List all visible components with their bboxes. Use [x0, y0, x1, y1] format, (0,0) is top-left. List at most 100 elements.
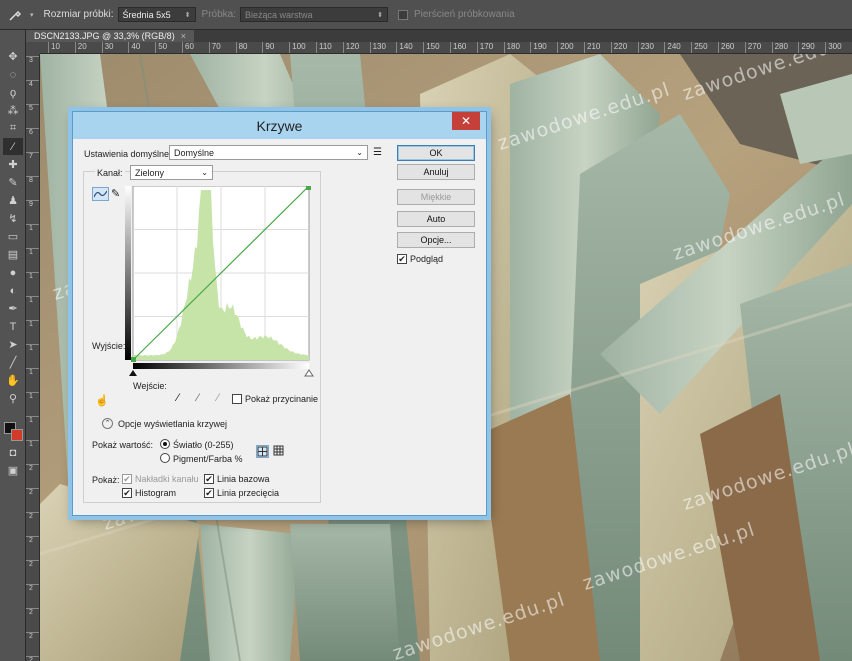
- dodge-tool-icon[interactable]: ◐: [3, 282, 23, 299]
- light-label: Światło (0-255): [173, 440, 234, 450]
- ruler-tick: 1: [26, 296, 39, 305]
- collapse-options-icon[interactable]: ⌃: [102, 418, 113, 429]
- ruler-corner: [26, 42, 40, 54]
- healing-tool-icon[interactable]: ✚: [3, 156, 23, 173]
- ruler-tick: 210: [584, 42, 600, 53]
- ruler-tick: 50: [155, 42, 167, 53]
- pigment-radio[interactable]: [160, 453, 170, 463]
- pen-tool-icon[interactable]: ✒: [3, 300, 23, 317]
- move-tool-icon[interactable]: ✥: [3, 48, 23, 65]
- type-tool-icon[interactable]: T: [3, 318, 23, 335]
- sample-size-select[interactable]: Średnia 5x5 ⬍: [117, 7, 196, 22]
- horizontal-ruler: 10 20 30 40 50 60 70 80 90 100 110 120 130 140 150 160 1…: [40, 42, 852, 54]
- gradient-tool-icon[interactable]: ▤: [3, 246, 23, 263]
- ruler-tick: 2: [26, 656, 39, 661]
- quick-mask-icon[interactable]: ◘: [3, 444, 23, 461]
- ruler-tick: 8: [26, 176, 39, 185]
- eyedropper-tool-icon[interactable]: ⁄: [3, 138, 23, 155]
- curve-graph[interactable]: [125, 186, 315, 386]
- ruler-tick: 1: [26, 368, 39, 377]
- magic-wand-icon[interactable]: ⁂: [3, 102, 23, 119]
- preset-select[interactable]: Domyślne ⌄: [169, 145, 368, 160]
- sample-value: Bieżąca warstwa: [245, 9, 313, 20]
- ruler-tick: 230: [637, 42, 654, 53]
- output-label: Wyjście:: [92, 341, 126, 351]
- ruler-tick: 4: [26, 80, 39, 89]
- smooth-button[interactable]: Miękkie: [397, 189, 475, 205]
- input-label: Wejście:: [133, 381, 167, 391]
- channel-value: Zielony: [135, 167, 165, 178]
- sample-size-value: Średnia 5x5: [122, 9, 171, 20]
- white-point-eyedropper-icon[interactable]: ⁄: [217, 392, 219, 404]
- baseline-checkbox[interactable]: ✔: [204, 474, 214, 484]
- ruler-tick: 6: [26, 128, 39, 137]
- curve-point-tool-icon[interactable]: [92, 187, 109, 201]
- hand-tool-icon[interactable]: ✋: [3, 372, 23, 389]
- crop-tool-icon[interactable]: ⌗: [3, 120, 23, 137]
- on-image-adjust-icon[interactable]: ☝: [95, 394, 109, 407]
- eraser-tool-icon[interactable]: ▭: [3, 228, 23, 245]
- auto-button[interactable]: Auto: [397, 211, 475, 227]
- pencil-icon[interactable]: ✎: [111, 187, 120, 200]
- brush-tool-icon[interactable]: ✎: [3, 174, 23, 191]
- screen-mode-icon[interactable]: ▣: [3, 462, 23, 479]
- gray-point-eyedropper-icon[interactable]: ⁄: [197, 392, 199, 404]
- light-radio[interactable]: [160, 439, 170, 449]
- curve-display-options-label: Opcje wyświetlania krzywej: [118, 419, 228, 429]
- ruler-tick: 160: [450, 42, 466, 53]
- histogram-checkbox[interactable]: ✔: [122, 488, 132, 498]
- marquee-tool-icon[interactable]: ◌: [3, 66, 23, 83]
- ring-checkbox[interactable]: [398, 9, 409, 20]
- show-clipping-checkbox[interactable]: [232, 394, 242, 404]
- channel-overlays-checkbox[interactable]: ✔: [122, 474, 132, 484]
- chevron-down-icon: ⬍: [184, 11, 191, 19]
- ruler-tick: 250: [691, 42, 708, 53]
- ruler-tick: 20: [74, 42, 87, 53]
- ruler-tick: 1: [26, 344, 39, 353]
- history-brush-icon[interactable]: ↯: [3, 210, 23, 227]
- show-amount-label: Pokaż wartość:: [92, 440, 154, 450]
- preset-options-icon[interactable]: ☰: [373, 147, 382, 158]
- ruler-tick: 290: [798, 42, 815, 53]
- dialog-title-bar[interactable]: Krzywe ✕: [73, 112, 486, 139]
- sample-select[interactable]: Bieżąca warstwa ⬍: [240, 7, 389, 22]
- ruler-tick: 190: [530, 42, 547, 53]
- ok-button[interactable]: OK: [397, 145, 475, 161]
- channel-select[interactable]: Zielony ⌄: [130, 165, 213, 180]
- pigment-label: Pigment/Farba %: [173, 454, 243, 464]
- path-select-icon[interactable]: ➤: [3, 336, 23, 353]
- tool-preset-arrow-icon[interactable]: ▾: [30, 11, 34, 19]
- document-tab[interactable]: DSCN2133.JPG @ 33,3% (RGB/8) ×: [26, 30, 194, 42]
- cancel-button[interactable]: Anuluj: [397, 164, 475, 180]
- black-point-eyedropper-icon[interactable]: ⁄: [177, 392, 179, 404]
- curve-point-white[interactable]: [306, 186, 311, 190]
- eyedropper-icon[interactable]: [0, 0, 30, 30]
- options-bar: ▾ Rozmiar próbki: Średnia 5x5 ⬍ Próbka: B…: [0, 0, 852, 30]
- preview-checkbox[interactable]: ✔: [397, 254, 407, 264]
- ruler-tick: 30: [101, 42, 114, 53]
- grid-simple-icon[interactable]: [256, 445, 269, 458]
- document-tab-title: DSCN2133.JPG @ 33,3% (RGB/8): [34, 31, 175, 41]
- stamp-tool-icon[interactable]: ♟: [3, 192, 23, 209]
- ruler-tick: 1: [26, 392, 39, 401]
- ruler-tick: 130: [369, 42, 386, 53]
- intersection-line-checkbox[interactable]: ✔: [204, 488, 214, 498]
- zoom-tool-icon[interactable]: ⚲: [3, 390, 23, 407]
- ruler-tick: 10: [48, 42, 60, 53]
- shape-tool-icon[interactable]: ╱: [3, 354, 23, 371]
- intersection-line-label: Linia przecięcia: [217, 488, 280, 498]
- background-color-swatch[interactable]: [11, 429, 23, 441]
- blur-tool-icon[interactable]: ●: [3, 264, 23, 281]
- grid-detailed-icon[interactable]: [273, 445, 286, 458]
- ring-label: Pierścień próbkowania: [414, 9, 515, 20]
- ruler-tick: 90: [262, 42, 274, 53]
- lasso-tool-icon[interactable]: ϙ: [3, 84, 23, 101]
- close-tab-icon[interactable]: ×: [181, 31, 186, 41]
- ruler-tick: 70: [208, 42, 221, 53]
- white-input-slider[interactable]: [304, 369, 314, 377]
- preview-label: Podgląd: [410, 254, 444, 264]
- black-input-slider[interactable]: [129, 370, 137, 376]
- close-button[interactable]: ✕: [452, 112, 480, 130]
- curve-point-black[interactable]: [131, 357, 136, 362]
- options-button[interactable]: Opcje...: [397, 232, 475, 248]
